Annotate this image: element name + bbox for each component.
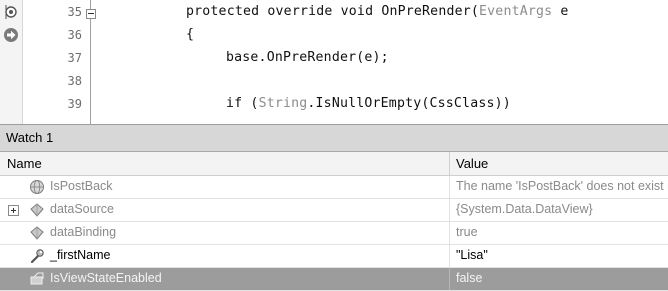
code-token: e	[552, 4, 569, 19]
code-line[interactable]: 36 {	[0, 25, 668, 47]
line-number: 38	[67, 74, 82, 88]
watch-value[interactable]: true	[456, 225, 478, 239]
watch-window[interactable]: Watch 1 Name Value IsPostBack The name '…	[0, 124, 668, 291]
code-token: if (	[226, 96, 259, 111]
watch-name-cell[interactable]: dataSource	[0, 199, 450, 221]
watch-row[interactable]: _firstName "Lisa"	[0, 245, 668, 268]
watch-row[interactable]: dataBinding true	[0, 222, 668, 245]
column-header: Name Value	[0, 152, 668, 176]
code-text: protected override void OnPreRender(Even…	[186, 4, 569, 19]
watch-name-cell[interactable]: IsPostBack	[0, 176, 450, 198]
watch-name-cell[interactable]: IsViewStateEnabled	[0, 268, 450, 290]
breakpoint-icon[interactable]	[3, 4, 19, 20]
field-icon	[30, 203, 44, 217]
code-token: .IsNullOrEmpty(CssClass))	[307, 96, 511, 111]
field-icon	[30, 226, 44, 240]
watch-row[interactable]: dataSource {System.Data.DataView}	[0, 199, 668, 222]
code-line[interactable]: 38	[0, 71, 668, 93]
watch-name-cell[interactable]: _firstName	[0, 245, 450, 267]
watch-title-bar[interactable]: Watch 1	[0, 125, 668, 152]
error-globe-icon	[30, 180, 44, 194]
watch-title: Watch 1	[6, 130, 54, 145]
line-number: 35	[67, 5, 82, 19]
watch-name: _firstName	[50, 248, 111, 262]
line-number: 36	[67, 28, 82, 42]
watch-name: IsViewStateEnabled	[50, 271, 162, 285]
code-text: {	[186, 27, 195, 42]
value-column-label[interactable]: Value	[456, 156, 488, 171]
type-token: EventArgs	[479, 4, 553, 19]
watch-name: dataBinding	[50, 225, 117, 239]
watch-row-selected[interactable]: IsViewStateEnabled false	[0, 268, 668, 291]
code-line[interactable]: 39 if (String.IsNullOrEmpty(CssClass))	[0, 94, 668, 116]
current-statement-arrow-icon	[4, 28, 18, 42]
watch-name: dataSource	[50, 202, 114, 216]
type-token: String	[258, 96, 308, 111]
expand-icon[interactable]	[8, 205, 19, 216]
watch-row[interactable]: IsPostBack The name 'IsPostBack' does no…	[0, 176, 668, 199]
watch-value[interactable]: false	[456, 271, 482, 285]
code-editor[interactable]: 35 protected override void OnPreRender(E…	[0, 0, 668, 124]
watch-value[interactable]: {System.Data.DataView}	[456, 202, 593, 216]
code-text: if (String.IsNullOrEmpty(CssClass))	[226, 96, 511, 111]
watch-value[interactable]: "Lisa"	[456, 248, 488, 262]
name-column-header[interactable]: Name	[0, 152, 450, 175]
wrench-field-icon	[30, 249, 44, 264]
code-line[interactable]: 37 base.OnPreRender(e);	[0, 48, 668, 70]
code-token: protected override void OnPreRender(	[186, 4, 480, 19]
name-column-label: Name	[7, 156, 42, 171]
line-number: 39	[67, 97, 82, 111]
watch-value[interactable]: The name 'IsPostBack' does not exist i	[456, 179, 668, 193]
watch-name-cell[interactable]: dataBinding	[0, 222, 450, 244]
line-number: 37	[67, 51, 82, 65]
code-line[interactable]: 35 protected override void OnPreRender(E…	[0, 2, 668, 24]
code-text: base.OnPreRender(e);	[226, 50, 389, 65]
watch-name: IsPostBack	[50, 179, 113, 193]
